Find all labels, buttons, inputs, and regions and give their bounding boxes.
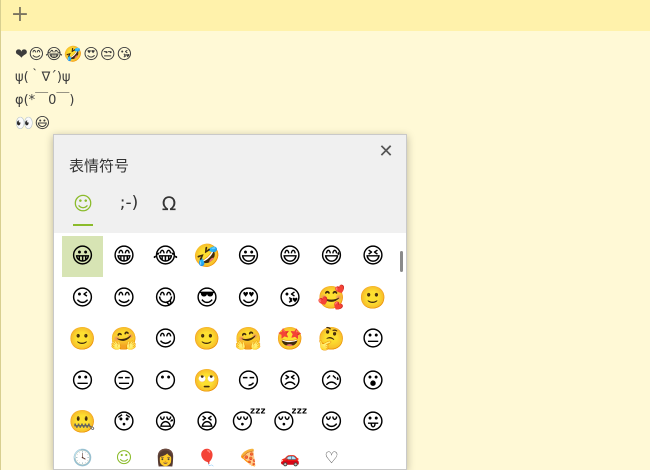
emoji-cell[interactable]: 😉 xyxy=(62,278,103,319)
emoji-cell[interactable]: 😋 xyxy=(145,278,186,319)
emoji-cell[interactable]: 😐 xyxy=(62,361,103,402)
emoji-cell[interactable]: 😑 xyxy=(104,361,145,402)
emoji-cell[interactable]: 😊 xyxy=(145,319,186,360)
emoji-cell[interactable]: 🙂 xyxy=(353,278,394,319)
car-icon[interactable]: 🚗 xyxy=(270,445,311,469)
emoji-cell[interactable]: 🙄 xyxy=(187,361,228,402)
emoji-cell[interactable]: 🤣 xyxy=(187,236,228,277)
emoji-cell[interactable]: 😍 xyxy=(228,278,269,319)
emoji-cell[interactable]: 😆 xyxy=(353,236,394,277)
emoji-panel-title: 表情符号 xyxy=(69,157,130,175)
close-icon[interactable]: ✕ xyxy=(376,142,396,162)
recent-icon[interactable]: 🕓 xyxy=(62,445,103,469)
emoji-cell[interactable]: 😊 xyxy=(104,278,145,319)
emoji-cell[interactable]: 😌 xyxy=(311,402,352,443)
active-tab-indicator xyxy=(73,224,93,226)
emoji-cell[interactable]: 😀 xyxy=(62,236,103,277)
emoji-cell[interactable]: 😶 xyxy=(145,361,186,402)
note-line: φ(*￣0￣) xyxy=(15,93,75,108)
tab-kaomoji[interactable]: ;-) xyxy=(112,193,146,229)
emoji-cell[interactable]: 😥 xyxy=(311,361,352,402)
emoji-cell[interactable]: 😣 xyxy=(270,361,311,402)
emoji-cell[interactable]: 😫 xyxy=(187,402,228,443)
scrollbar[interactable] xyxy=(400,251,403,272)
note-edge xyxy=(0,31,1,470)
emoji-cell[interactable]: 😄 xyxy=(270,236,311,277)
emoji-cell[interactable]: 😴 xyxy=(228,402,269,443)
emoji-cell[interactable]: 😃 xyxy=(228,236,269,277)
tab-symbols[interactable]: Ω xyxy=(156,193,182,229)
emoji-cell[interactable]: 🤔 xyxy=(311,319,352,360)
person-icon[interactable]: 👩 xyxy=(145,445,186,469)
emoji-cell[interactable]: 😐 xyxy=(353,319,394,360)
note-line: 👀😃 xyxy=(15,114,52,132)
emoji-cell[interactable]: 😴 xyxy=(270,402,311,443)
emoji-cell[interactable]: 😮 xyxy=(353,361,394,402)
emoji-cell[interactable]: 🥰 xyxy=(311,278,352,319)
emoji-cell[interactable]: 😯 xyxy=(104,402,145,443)
emoji-cell[interactable]: 😏 xyxy=(228,361,269,402)
note-line: ψ(｀∇´)ψ xyxy=(15,70,71,85)
pizza-icon[interactable]: 🍕 xyxy=(228,445,269,469)
smiley-icon[interactable]: ☺ xyxy=(104,445,145,469)
note-line: ❤😊😂🤣😍😒😘 xyxy=(15,45,134,63)
add-note-button[interactable]: + xyxy=(10,4,30,26)
emoji-cell[interactable]: 😘 xyxy=(270,278,311,319)
emoji-panel-header: 表情符号 ✕ ☺ ;-) Ω xyxy=(54,135,406,233)
emoji-cell[interactable]: 🤐 xyxy=(62,402,103,443)
emoji-cell[interactable]: 😁 xyxy=(104,236,145,277)
emoji-cell[interactable]: 😛 xyxy=(353,402,394,443)
balloon-icon[interactable]: 🎈 xyxy=(187,445,228,469)
tab-emoji[interactable]: ☺ xyxy=(70,193,96,229)
emoji-cell[interactable]: 🙂 xyxy=(62,319,103,360)
emoji-cell[interactable]: 😎 xyxy=(187,278,228,319)
note-header: + xyxy=(0,0,650,31)
emoji-cell[interactable]: 🤗 xyxy=(104,319,145,360)
emoji-grid: 😀 😁 😂 🤣 😃 😄 😅 😆 😉 😊 😋 😎 😍 😘 🥰 🙂 🙂 🤗 😊 🙂 🤗 🤩 🤔 😐 😐 😑 😶 🙄 😏 😣 😥 😮 🤐 😯 😪 😫 😴 😴 😌 😛 xyxy=(62,236,394,446)
emoji-cell[interactable]: 😪 xyxy=(145,402,186,443)
heart-icon[interactable]: ♡ xyxy=(311,445,352,469)
emoji-cell[interactable]: 😂 xyxy=(145,236,186,277)
emoji-cell[interactable]: 😅 xyxy=(311,236,352,277)
emoji-panel: 表情符号 ✕ ☺ ;-) Ω 😀 😁 😂 🤣 😃 😄 😅 😆 😉 😊 😋 😎 😍 😘 🥰 🙂 🙂 🤗 😊 🙂 🤗 🤩 🤔 😐 😐… xyxy=(53,134,407,470)
note-body[interactable]: ❤😊😂🤣😍😒😘 ψ(｀∇´)ψ φ(*￣0￣) 👀😃 xyxy=(15,43,615,135)
emoji-category-bar: 🕓 ☺ 👩 🎈 🍕 🚗 ♡ xyxy=(62,445,394,469)
emoji-cell[interactable]: 🤗 xyxy=(228,319,269,360)
emoji-cell[interactable]: 🤩 xyxy=(270,319,311,360)
emoji-cell[interactable]: 🙂 xyxy=(187,319,228,360)
